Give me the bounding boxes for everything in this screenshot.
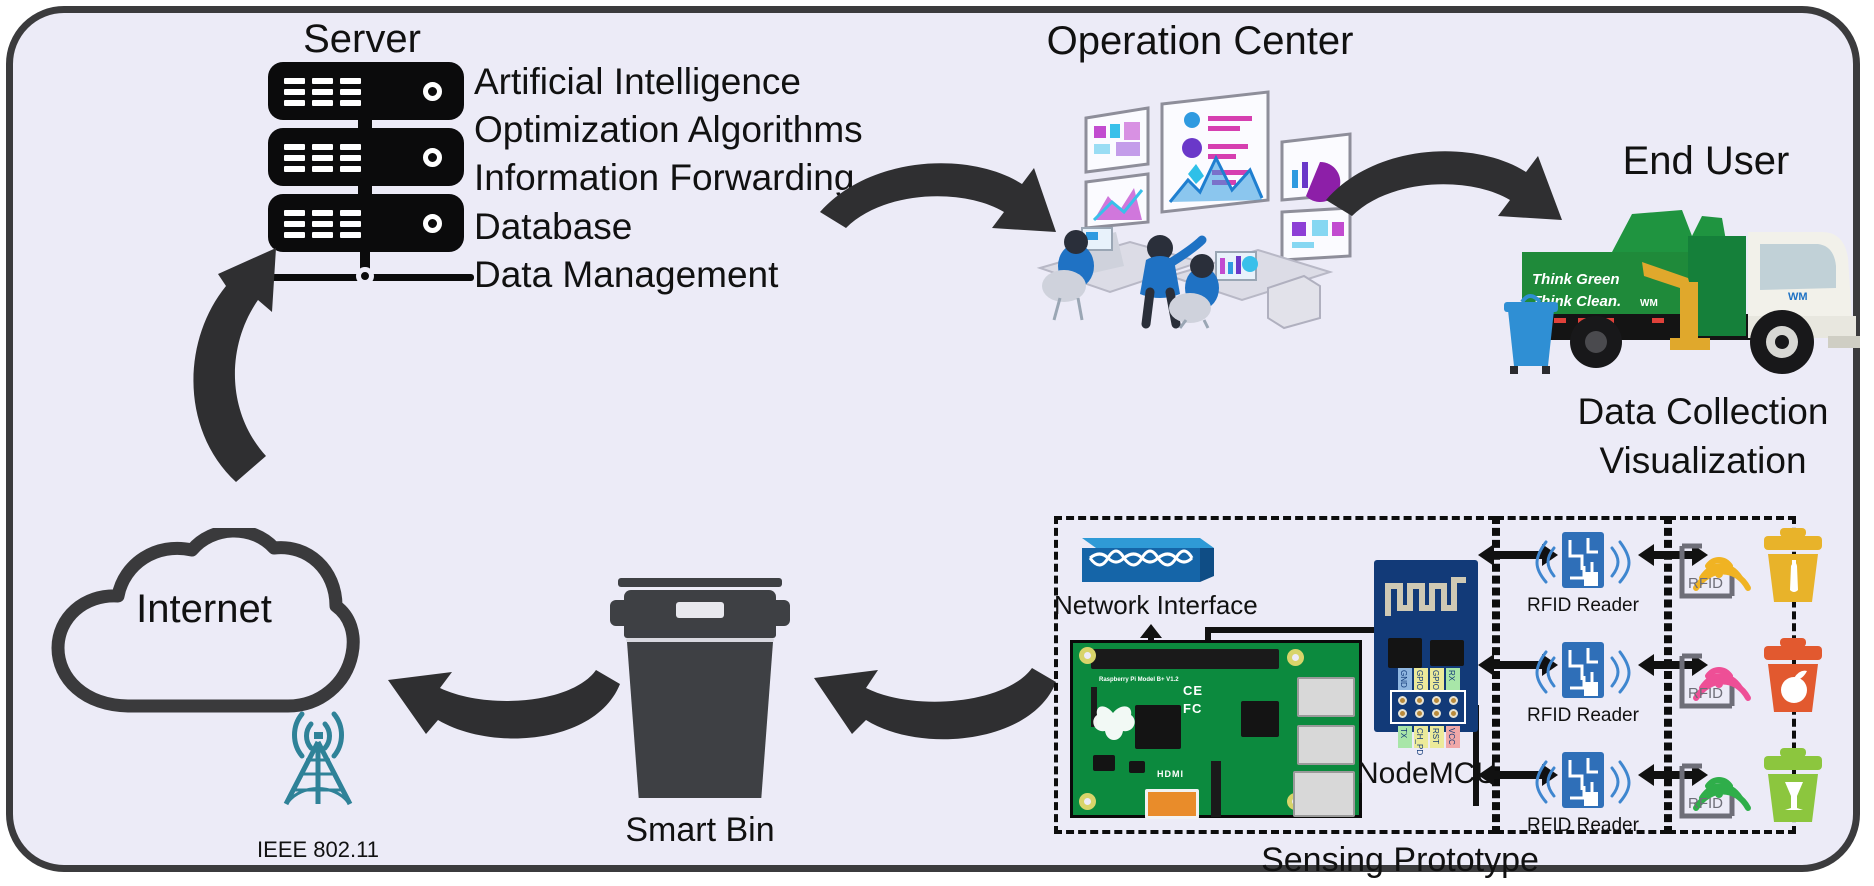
- rfid-tag-2: RFID: [1676, 640, 1754, 714]
- raspberry-pi-board: HDMI CE FC Raspberry Pi Model B+ V1.2: [1070, 640, 1362, 819]
- wifi-antenna-icon: [283, 711, 353, 806]
- smart-bin-label: Smart Bin: [625, 811, 775, 849]
- svg-text:WM: WM: [1640, 298, 1658, 309]
- nodemcu-pin-label: CH_PD: [1415, 728, 1424, 756]
- rfid-reader-2: RFID Reader: [1522, 638, 1644, 728]
- server-function-item: Optimization Algorithms: [474, 109, 863, 151]
- arrow-prototype-to-smartbin: [814, 668, 1056, 740]
- rfid-tag-3: RFID: [1676, 750, 1754, 824]
- nodemcu-pin-label: VCC: [1447, 728, 1456, 745]
- rfid-reader-label: RFID Reader: [1527, 705, 1639, 726]
- rfid-reader-label: RFID Reader: [1527, 815, 1639, 836]
- server-function-item: Artificial Intelligence: [474, 61, 801, 102]
- garbage-truck-illustration: Think Green Think Clean. WM WM: [1504, 210, 1860, 374]
- server-title: Server: [303, 17, 421, 61]
- rfid-reader-label: RFID Reader: [1527, 595, 1639, 616]
- svg-text:WM: WM: [1788, 291, 1808, 303]
- rfid-tag-label-1: RFID: [1688, 575, 1723, 592]
- rfid-tag-label-3: RFID: [1688, 795, 1723, 812]
- rfid-reader-3: RFID Reader: [1522, 748, 1644, 838]
- server-function-list: Artificial Intelligence Optimization Alg…: [474, 62, 863, 294]
- truck-livery-line1: Think Green: [1532, 271, 1620, 288]
- end-user-function-item: Visualization: [1599, 440, 1807, 482]
- rfid-reader-1: RFID Reader: [1522, 528, 1644, 618]
- operation-center-title: Operation Center: [1046, 19, 1354, 63]
- sensing-prototype-label: Sensing Prototype: [1261, 841, 1539, 879]
- nodemcu-pin-label: TX: [1399, 728, 1408, 739]
- nodemcu-pin-label: RX: [1447, 670, 1456, 682]
- wireless-standard-label: IEEE 802.11: [257, 837, 379, 862]
- arrow-smartbin-to-internet: [388, 670, 620, 739]
- smart-bin-icon: [610, 578, 790, 808]
- diagram-canvas: Server Artificial Intelligence Optimizat…: [0, 0, 1874, 886]
- waste-bin-organic: [1764, 638, 1822, 712]
- server-function-item: Data Management: [474, 253, 779, 295]
- waste-bin-glass: [1764, 748, 1822, 822]
- arrow-internet-to-server: [193, 248, 276, 482]
- end-user-title: End User: [1622, 139, 1790, 183]
- nodemcu-pin-label: RST: [1431, 728, 1440, 744]
- nodemcu-pin-label: GND: [1399, 670, 1408, 688]
- internet-label: Internet: [136, 587, 272, 631]
- rfid-tag-1: RFID: [1676, 530, 1754, 604]
- server-function-item: Database: [474, 205, 633, 247]
- rfid-tag-label-2: RFID: [1688, 685, 1723, 702]
- end-user-function-list: Data Collection Visualization: [1538, 391, 1868, 482]
- waste-bin-plastic: [1764, 528, 1822, 602]
- nodemcu-board: GND GPIO2 GPIO0 RX TX CH_PD RST VCC: [1374, 560, 1478, 760]
- server-function-item: Information Forwarding: [474, 157, 855, 199]
- network-switch-icon: [1080, 538, 1220, 590]
- end-user-function-item: Data Collection: [1577, 391, 1829, 432]
